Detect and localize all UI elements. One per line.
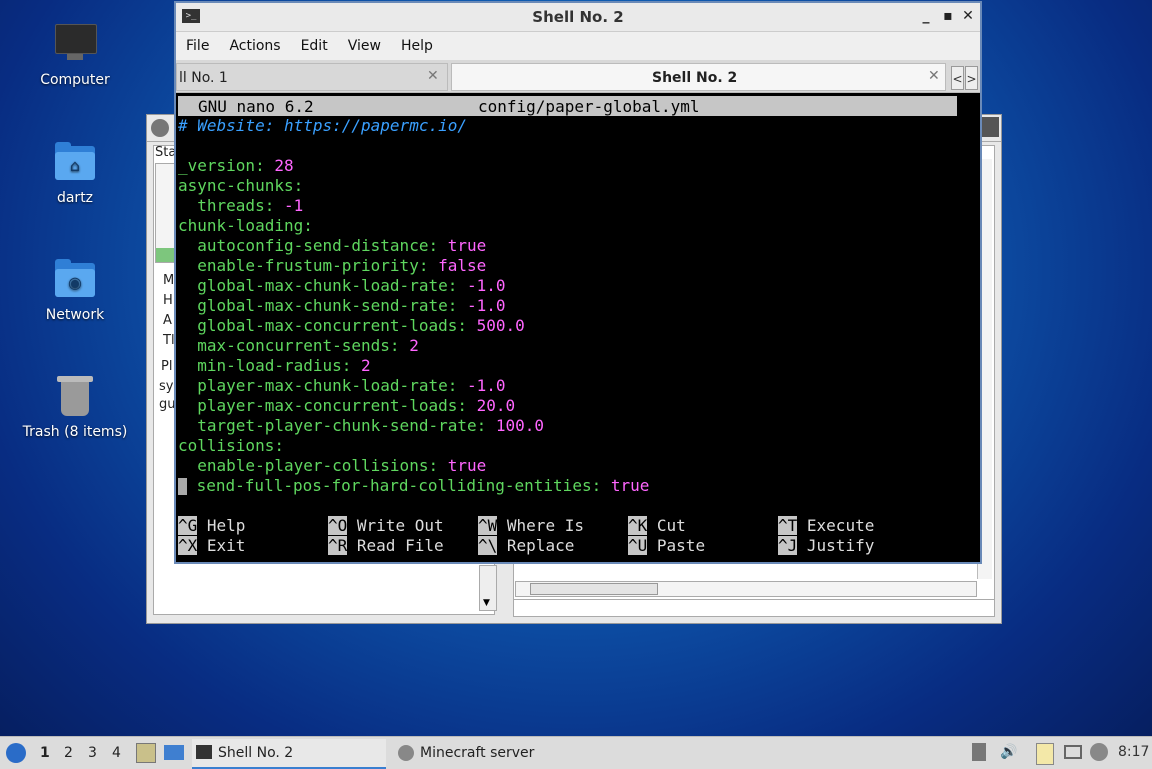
workspace-2[interactable]: 2 [64, 745, 73, 761]
nano-line: max-concurrent-sends: 2 [178, 336, 419, 355]
nano-shortcut: ^R Read File [328, 536, 444, 555]
maximize-button[interactable]: ▪ [938, 6, 958, 26]
volume-icon[interactable]: 🔊 [1000, 744, 1017, 760]
nano-line: collisions: [178, 436, 284, 455]
tab-scroll-right-icon[interactable]: > [965, 66, 978, 90]
desktop-icon-computer[interactable]: Computer [15, 22, 135, 88]
menu-edit[interactable]: Edit [291, 32, 338, 54]
nano-line: _version: 28 [178, 156, 294, 175]
menu-bar: File Actions Edit View Help [176, 32, 980, 60]
menu-file[interactable]: File [176, 32, 219, 54]
nano-line: send-full-pos-for-hard-colliding-entitie… [178, 476, 649, 496]
tab-close-icon[interactable]: ✕ [928, 68, 940, 84]
desktop-icon-label: Network [45, 307, 105, 323]
task-label: Shell No. 2 [218, 745, 294, 761]
trash-icon [53, 374, 97, 418]
tab-label: Shell No. 2 [652, 70, 738, 86]
start-menu-icon[interactable] [6, 743, 26, 763]
command-input[interactable] [513, 599, 995, 617]
nano-shortcut: ^U Paste [628, 536, 706, 555]
tab-close-icon[interactable]: ✕ [427, 68, 439, 84]
terminal-task-icon [196, 745, 212, 759]
menu-help[interactable]: Help [391, 32, 443, 54]
workspace-4[interactable]: 4 [112, 745, 121, 761]
tab-bar: ll No. 1 ✕ Shell No. 2 ✕ < > [176, 60, 980, 93]
nano-line: global-max-chunk-send-rate: -1.0 [178, 296, 506, 315]
computer-icon [53, 22, 97, 66]
nano-line: global-max-concurrent-loads: 500.0 [178, 316, 525, 335]
tab-shell-1[interactable]: ll No. 1 ✕ [176, 63, 448, 91]
players-item-1: sy [159, 379, 174, 394]
workspace-3[interactable]: 3 [88, 745, 97, 761]
nano-line: min-load-radius: 2 [178, 356, 371, 375]
stat-label-h: H [163, 293, 173, 308]
nano-line: target-player-chunk-send-rate: 100.0 [178, 416, 545, 435]
nano-version: GNU nano 6.2 [198, 97, 314, 116]
taskbar: 1 2 3 4 Shell No. 2 Minecraft server 🔊 8… [0, 736, 1152, 769]
desktop-icon-label: Trash (8 items) [22, 424, 128, 440]
nano-line: player-max-chunk-load-rate: -1.0 [178, 376, 506, 395]
nano-shortcut: ^J Justify [778, 536, 875, 555]
nano-line: enable-frustum-priority: false [178, 256, 487, 275]
nano-shortcut: ^T Execute [778, 516, 875, 535]
console-hscroll[interactable] [515, 581, 977, 597]
nano-editor[interactable]: GNU nano 6.2 config/paper-global.yml # W… [176, 93, 980, 562]
nano-shortcut: ^W Where Is [478, 516, 584, 535]
nano-line: async-chunks: [178, 176, 304, 195]
stat-label-m: M [163, 273, 175, 288]
desktop-icon-label: Computer [40, 72, 110, 88]
tab-label: ll No. 1 [179, 70, 228, 86]
close-button[interactable]: ✕ [958, 6, 978, 26]
menu-actions[interactable]: Actions [219, 32, 290, 54]
keyboard-layout-icon[interactable] [972, 743, 986, 761]
desktop-icon-trash[interactable]: Trash (8 items) [15, 374, 135, 440]
task-label: Minecraft server [420, 745, 535, 761]
stat-label-t: Tl [163, 333, 175, 348]
minimize-button[interactable]: _ [916, 6, 936, 26]
terminal-window[interactable]: >_ Shell No. 2 _ ▪ ✕ File Actions Edit View… [174, 1, 982, 564]
terminal-titlebar[interactable]: >_ Shell No. 2 _ ▪ ✕ [176, 3, 980, 32]
nano-line: chunk-loading: [178, 216, 313, 235]
task-shell-no-2[interactable]: Shell No. 2 [192, 739, 386, 769]
nano-shortcut: ^\ Replace [478, 536, 575, 555]
tab-shell-2[interactable]: Shell No. 2 ✕ [451, 63, 946, 91]
network-folder-icon: ◉ [53, 257, 97, 301]
desktop-icon-home-folder[interactable]: ⌂ dartz [15, 140, 135, 206]
nano-shortcut: ^K Cut [628, 516, 686, 535]
menu-view[interactable]: View [338, 32, 391, 54]
text-cursor [178, 478, 187, 495]
nano-line: # Website: https://papermc.io/ [178, 116, 467, 135]
desktop-icon-label: dartz [56, 190, 94, 206]
tab-scroll-left-icon[interactable]: < [951, 66, 964, 90]
nano-line: enable-player-collisions: true [178, 456, 487, 475]
home-folder-icon: ⌂ [53, 140, 97, 184]
nano-line: autoconfig-send-distance: true [178, 236, 487, 255]
minecraft-task-icon [398, 745, 414, 761]
nano-line: threads: -1 [178, 196, 304, 215]
players-label: Pl [161, 359, 173, 374]
file-manager-launcher-icon[interactable] [136, 743, 156, 763]
players-scrollbar[interactable]: ▼ [479, 565, 497, 611]
notification-icon[interactable] [1090, 743, 1108, 761]
desktop-icon-network[interactable]: ◉ Network [15, 257, 135, 323]
window-title: Shell No. 2 [532, 8, 624, 26]
nano-shortcut: ^G Help [178, 516, 246, 535]
clock[interactable]: 8:17 [1118, 744, 1149, 760]
workspace-1[interactable]: 1 [40, 745, 50, 761]
clipboard-icon[interactable] [1036, 743, 1054, 765]
nano-shortcut: ^X Exit [178, 536, 246, 555]
network-status-icon[interactable] [1064, 745, 1082, 759]
nano-filename: config/paper-global.yml [478, 97, 700, 116]
show-desktop-icon[interactable] [164, 745, 184, 760]
nano-header: GNU nano 6.2 config/paper-global.yml [178, 96, 957, 116]
nano-shortcut: ^O Write Out [328, 516, 444, 535]
nano-line: global-max-chunk-load-rate: -1.0 [178, 276, 506, 295]
stat-label-a: A [163, 313, 172, 328]
nano-line: player-max-concurrent-loads: 20.0 [178, 396, 516, 415]
minecraft-window-icon [151, 119, 169, 137]
minecraft-close-button[interactable] [981, 117, 999, 137]
task-minecraft-server[interactable]: Minecraft server [394, 739, 584, 767]
